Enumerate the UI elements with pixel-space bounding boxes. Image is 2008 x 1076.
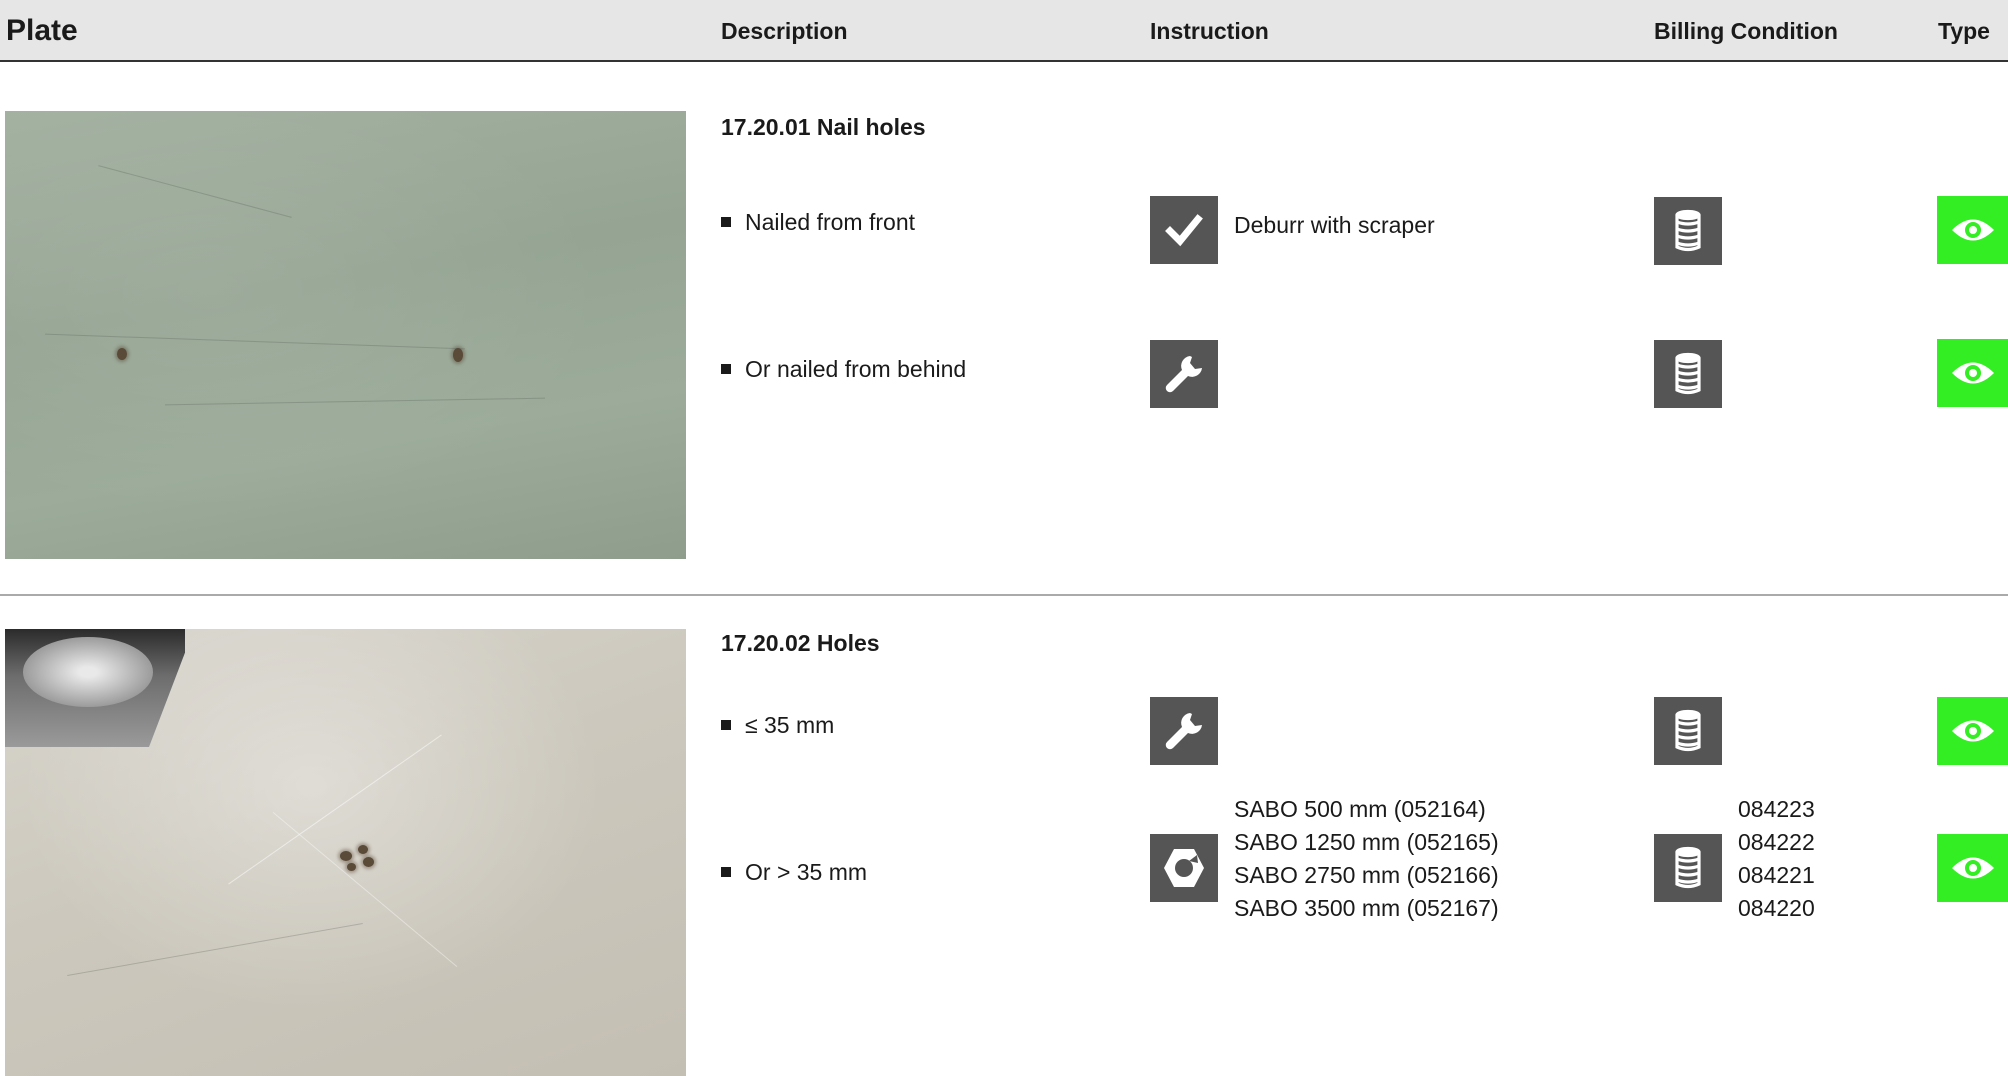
header-type: Type <box>1938 18 1990 44</box>
instruction-line: SABO 2750 mm (052166) <box>1234 862 1499 888</box>
instruction-line: SABO 1250 mm (052165) <box>1234 829 1499 855</box>
list-item: Or nailed from behind <box>721 356 966 383</box>
coin-stack-icon[interactable] <box>1654 197 1722 265</box>
section-divider <box>0 594 2008 596</box>
instruction-line: SABO 500 mm (052164) <box>1234 796 1486 822</box>
eye-icon[interactable] <box>1937 697 2008 765</box>
row-description: Nailed from front <box>745 209 916 235</box>
eye-icon[interactable] <box>1937 196 2008 264</box>
coin-stack-icon[interactable] <box>1654 697 1722 765</box>
billing-code: 084220 <box>1738 895 1815 921</box>
header-description: Description <box>721 18 848 44</box>
list-item: Or > 35 mm <box>721 859 867 886</box>
section-title: 17.20.01 Nail holes <box>721 114 926 140</box>
header-instruction: Instruction <box>1150 18 1269 44</box>
billing-codes: 084223 084222 084221 084220 <box>1738 793 1815 925</box>
holes-photo <box>5 629 686 1076</box>
coin-stack-icon[interactable] <box>1654 834 1722 902</box>
coin-stack-icon[interactable] <box>1654 340 1722 408</box>
hex-nut-icon[interactable] <box>1150 834 1218 902</box>
billing-code: 084221 <box>1738 862 1815 888</box>
wrench-icon[interactable] <box>1150 340 1218 408</box>
billing-code: 084223 <box>1738 796 1815 822</box>
checkmark-icon[interactable] <box>1150 196 1218 264</box>
header-billing-condition: Billing Condition <box>1654 18 1838 44</box>
billing-code: 084222 <box>1738 829 1815 855</box>
row-description: Or nailed from behind <box>745 356 967 382</box>
instruction-text: Deburr with scraper <box>1234 212 1435 238</box>
list-item: ≤ 35 mm <box>721 712 834 739</box>
nail-holes-photo <box>5 111 686 559</box>
wrench-icon[interactable] <box>1150 697 1218 765</box>
section-title: 17.20.02 Holes <box>721 630 880 656</box>
table-header: Plate Description Instruction Billing Co… <box>0 0 2008 62</box>
list-item: Nailed from front <box>721 209 915 236</box>
row-description: ≤ 35 mm <box>745 712 835 738</box>
header-plate: Plate <box>6 14 78 47</box>
instruction-lines: SABO 500 mm (052164) SABO 1250 mm (05216… <box>1234 793 1499 925</box>
instruction-line: SABO 3500 mm (052167) <box>1234 895 1499 921</box>
eye-icon[interactable] <box>1937 834 2008 902</box>
eye-icon[interactable] <box>1937 339 2008 407</box>
row-description: Or > 35 mm <box>745 859 868 885</box>
